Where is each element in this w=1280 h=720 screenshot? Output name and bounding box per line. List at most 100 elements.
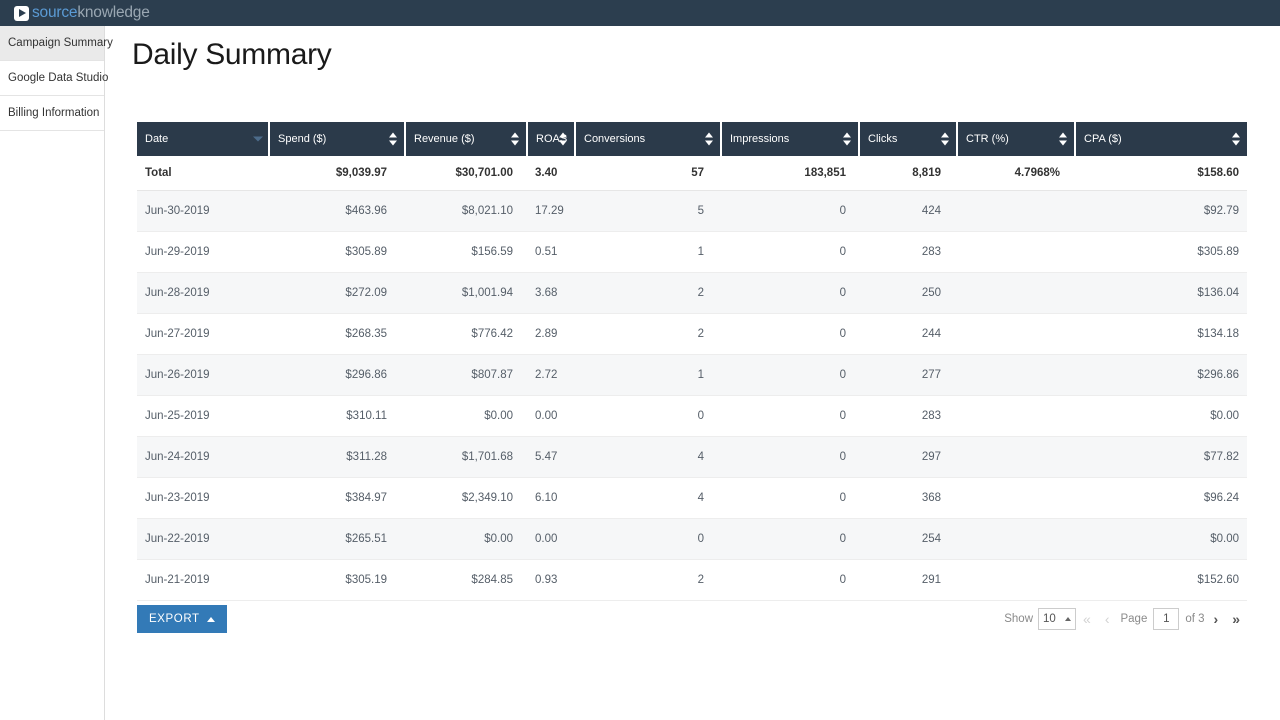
cell-roas: 0.00 (535, 532, 558, 545)
cell-clicks: 283 (921, 409, 941, 422)
cell-roas: 2.89 (535, 327, 558, 340)
cell-ctr (957, 272, 1075, 313)
cell-spend: $268.35 (345, 327, 387, 340)
cell-cpa: $77.82 (1203, 450, 1239, 463)
cell-spend: $305.19 (345, 573, 387, 586)
cell-revenue: $156.59 (471, 245, 513, 258)
cell-clicks: 244 (921, 327, 941, 340)
cell-conversions: 2 (697, 573, 704, 586)
cell-roas: 17.29 (535, 204, 564, 217)
cell-conversions: 0 (697, 409, 704, 422)
cell-impressions: 0 (839, 491, 846, 504)
sort-toggle-icon[interactable] (1232, 132, 1240, 146)
daily-summary-table-wrapper: Date Spend ($) Revenue ($) ROAS Conversi… (137, 122, 1247, 601)
table-row[interactable]: Jun-30-2019 $463.96 $8,021.10 17.29 5 0 424 $92… (137, 190, 1247, 231)
cell-revenue: $776.42 (471, 327, 513, 340)
page-number-input[interactable] (1153, 608, 1180, 630)
cell-date: Jun-22-2019 (145, 532, 210, 545)
cell-roas: 0.93 (535, 573, 558, 586)
sidebar-item-billing-information[interactable]: Billing Information (0, 96, 104, 131)
cell-ctr (957, 477, 1075, 518)
cell-date: Jun-23-2019 (145, 491, 210, 504)
sort-toggle-icon[interactable] (511, 132, 519, 146)
sort-toggle-icon[interactable] (705, 132, 713, 146)
cell-impressions: 0 (839, 532, 846, 545)
sort-descending-icon[interactable] (253, 133, 263, 146)
sidebar-item-campaign-summary[interactable]: Campaign Summary (0, 26, 113, 61)
pagination-controls: Show 10 « ‹ Page of 3 › » (1004, 605, 1247, 633)
table-row[interactable]: Jun-22-2019 $265.51 $0.00 0.00 0 0 254 $0.00 (137, 518, 1247, 559)
cell-impressions: 0 (839, 573, 846, 586)
page-size-select[interactable]: 10 (1038, 608, 1077, 630)
column-header-clicks[interactable]: Clicks (859, 122, 958, 156)
sort-toggle-icon[interactable] (389, 132, 397, 146)
table-row[interactable]: Jun-24-2019 $311.28 $1,701.68 5.47 4 0 297 $77.… (137, 436, 1247, 477)
cell-revenue: $1,701.68 (461, 450, 513, 463)
column-header-conversions[interactable]: Conversions (575, 122, 722, 156)
column-header-roas[interactable]: ROAS (527, 122, 576, 156)
cell-conversions: 5 (697, 204, 704, 217)
cell-impressions: 0 (839, 409, 846, 422)
export-button[interactable]: EXPORT (137, 605, 227, 633)
column-header-label: CPA ($) (1084, 133, 1122, 145)
brand-logo[interactable]: source knowledge (14, 4, 150, 22)
table-row[interactable]: Jun-21-2019 $305.19 $284.85 0.93 2 0 291 $152.6… (137, 559, 1247, 600)
table-row[interactable]: Jun-25-2019 $310.11 $0.00 0.00 0 0 283 $0.00 (137, 395, 1247, 436)
column-header-cpa[interactable]: CPA ($) (1075, 122, 1247, 156)
cell-ctr (957, 354, 1075, 395)
total-cell-conversions: 57 (575, 156, 721, 191)
cell-ctr (957, 395, 1075, 436)
sort-toggle-icon[interactable] (843, 132, 851, 146)
next-page-button[interactable]: › (1207, 612, 1226, 626)
cell-ctr (957, 313, 1075, 354)
sort-toggle-icon[interactable] (1059, 132, 1067, 146)
cell-clicks: 368 (921, 491, 941, 504)
cell-spend: $310.11 (346, 409, 387, 422)
sidebar-item-google-data-studio[interactable]: Google Data Studio (0, 61, 108, 96)
cell-impressions: 0 (839, 450, 846, 463)
column-header-ctr[interactable]: CTR (%) (957, 122, 1076, 156)
first-page-button[interactable]: « (1076, 612, 1098, 626)
main-content: Daily Summary Date Spend ($) Revenue ($)… (105, 26, 1280, 720)
sort-toggle-icon[interactable] (559, 132, 567, 146)
table-footer: EXPORT Show 10 « ‹ Page of 3 › » (137, 605, 1247, 645)
table-header: Date Spend ($) Revenue ($) ROAS Conversi… (137, 122, 1247, 156)
cell-impressions: 0 (839, 327, 846, 340)
cell-revenue: $0.00 (484, 532, 513, 545)
table-row[interactable]: Jun-29-2019 $305.89 $156.59 0.51 1 0 283 $305.8… (137, 231, 1247, 272)
table-row[interactable]: Jun-28-2019 $272.09 $1,001.94 3.68 2 0 250 $136… (137, 272, 1247, 313)
brand-name-secondary: knowledge (77, 4, 150, 21)
page-size-value: 10 (1043, 613, 1056, 625)
cell-date: Jun-26-2019 (145, 368, 210, 381)
cell-cpa: $0.00 (1210, 532, 1239, 545)
cell-revenue: $284.85 (471, 573, 513, 586)
sort-toggle-icon[interactable] (941, 132, 949, 146)
cell-roas: 2.72 (535, 368, 558, 381)
cell-roas: 5.47 (535, 450, 558, 463)
table-row[interactable]: Jun-23-2019 $384.97 $2,349.10 6.10 4 0 368 $96.… (137, 477, 1247, 518)
cell-conversions: 2 (697, 286, 704, 299)
cell-ctr (957, 231, 1075, 272)
table-row[interactable]: Jun-27-2019 $268.35 $776.42 2.89 2 0 244 $134.1… (137, 313, 1247, 354)
table-row[interactable]: Jun-26-2019 $296.86 $807.87 2.72 1 0 277 $296.8… (137, 354, 1247, 395)
cell-clicks: 250 (921, 286, 941, 299)
total-cell-clicks: 8,819 (859, 156, 957, 191)
column-header-label: Impressions (730, 133, 790, 145)
page-title: Daily Summary (132, 38, 332, 71)
total-pages-label: of 3 (1185, 613, 1205, 625)
previous-page-button[interactable]: ‹ (1098, 612, 1117, 626)
play-icon (14, 5, 29, 21)
page-label: Page (1120, 613, 1148, 625)
cell-clicks: 424 (921, 204, 941, 217)
cell-cpa: $96.24 (1203, 491, 1239, 504)
sidebar-item-label: Campaign Summary (8, 37, 113, 49)
column-header-impressions[interactable]: Impressions (721, 122, 860, 156)
column-header-label: Spend ($) (278, 133, 327, 145)
column-header-spend[interactable]: Spend ($) (269, 122, 406, 156)
column-header-date[interactable]: Date (137, 122, 270, 156)
last-page-button[interactable]: » (1225, 612, 1247, 626)
cell-cpa: $92.79 (1203, 204, 1239, 217)
total-cell-spend: $9,039.97 (269, 156, 405, 191)
cell-conversions: 2 (697, 327, 704, 340)
column-header-revenue[interactable]: Revenue ($) (405, 122, 528, 156)
